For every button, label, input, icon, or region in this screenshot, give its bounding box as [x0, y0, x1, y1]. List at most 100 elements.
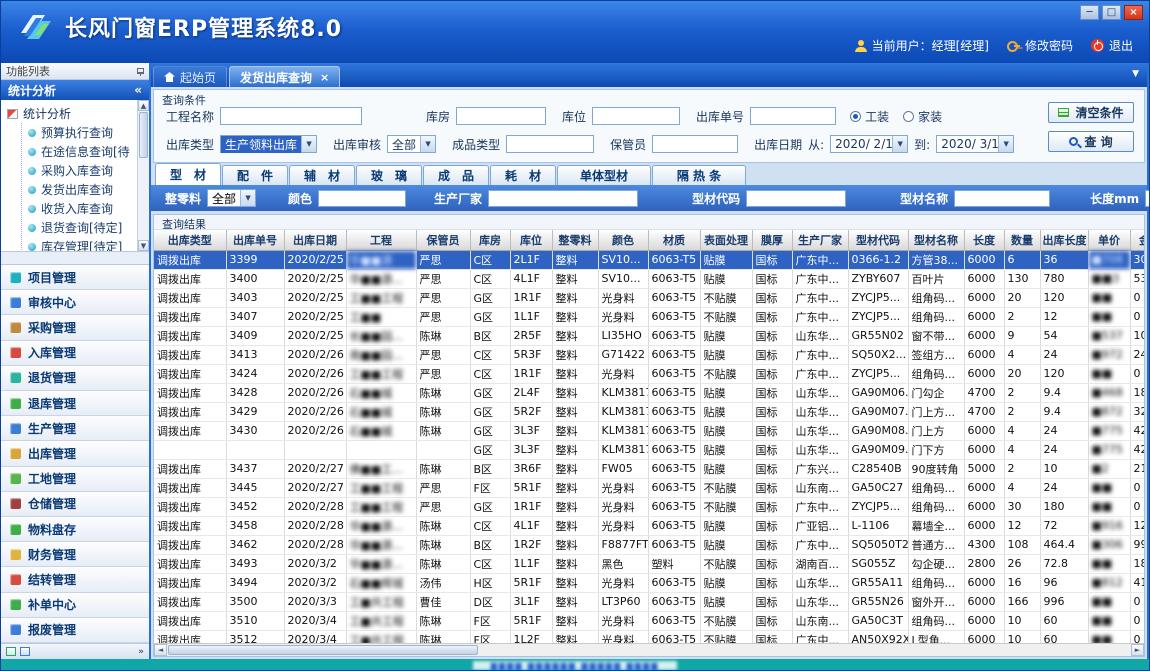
profile-name-input[interactable]	[954, 190, 1050, 207]
column-header[interactable]: 表面处理	[700, 230, 752, 250]
project-name-input[interactable]	[220, 107, 362, 125]
sidebar-item-项目管理[interactable]: 项目管理	[1, 265, 149, 290]
table-row[interactable]: 调拨出库34522020/2/28工■■工程严思G区1R1F整料光身料6063-…	[154, 497, 1144, 516]
chevron-down-icon[interactable]: ▼	[892, 136, 907, 152]
sidebar-splitter[interactable]	[1, 252, 149, 264]
radio-gongzhuang[interactable]: 工装	[850, 108, 889, 125]
column-header[interactable]: 出库长度	[1040, 230, 1088, 250]
table-row[interactable]: 调拨出库34282020/2/26石■■城陈琳G区2L4F整料KLM381760…	[154, 383, 1144, 402]
shortcut-grid-icon[interactable]	[6, 647, 16, 656]
table-row[interactable]: 调拨出库35102020/3/4工■共工程陈琳F区5R1F整料光身料6063-T…	[154, 611, 1144, 630]
column-header[interactable]: 颜色	[598, 230, 648, 250]
tab-overflow-icon[interactable]: ▼	[1132, 69, 1139, 79]
tree-item[interactable]: 库存管理[待定]	[22, 237, 135, 252]
maximize-button[interactable]: □	[1102, 5, 1121, 20]
sidebar-item-报废管理[interactable]: 报废管理	[1, 618, 149, 643]
table-row[interactable]: 调拨出库34302020/2/26石■■城陈琳G区3L3F整料KLM381760…	[154, 421, 1144, 440]
tab-shipment-outbound-query[interactable]: 发货出库查询 ×	[229, 66, 340, 87]
profile-code-input[interactable]	[746, 190, 846, 207]
table-row[interactable]: 调拨出库34132020/2/26南■■园...严思C区5R3F整料G71422…	[154, 345, 1144, 364]
table-row[interactable]: G区3L3F整料KLM38176063-T5贴膜国标山东华...GA90M09.…	[154, 440, 1144, 459]
pin-icon[interactable]	[137, 68, 144, 74]
material-tab[interactable]: 耗 材	[490, 165, 556, 185]
scroll-down-icon[interactable]: ▼	[138, 240, 149, 251]
table-row[interactable]: 调拨出库34072020/2/25工■■严思G区1L1F整料光身料6063-T5…	[154, 307, 1144, 326]
warehouse-input[interactable]	[456, 107, 546, 125]
tree-item[interactable]: 退货查询[待定]	[22, 218, 135, 237]
chevron-down-icon[interactable]: ▼	[420, 136, 435, 152]
whole-material-combo[interactable]: 全部 ▼	[207, 189, 256, 207]
table-row[interactable]: 调拨出库34622020/2/28华■■源...陈琳B区1R2F整料F8877F…	[154, 535, 1144, 554]
search-button[interactable]: 查 询	[1048, 131, 1134, 152]
chevron-down-icon[interactable]: ▼	[240, 190, 255, 206]
column-header[interactable]: 库房	[470, 230, 510, 250]
table-row[interactable]: 调拨出库34292020/2/26石■■城陈琳G区5R2F整料KLM381760…	[154, 402, 1144, 421]
table-row[interactable]: 调拨出库34002020/2/25华■■源...严思C区4L1F整料SV10..…	[154, 269, 1144, 288]
table-row[interactable]: 调拨出库35002020/3/3工■共工程曹佳D区3L1F整料LT3P60606…	[154, 592, 1144, 611]
date-to-picker[interactable]: 2020/ 3/16 ▼	[936, 135, 1014, 153]
sidebar-item-物料盘存[interactable]: 物料盘存	[1, 517, 149, 542]
sidebar-item-采购管理[interactable]: 采购管理	[1, 315, 149, 340]
tree-item[interactable]: 在途信息查询[待	[22, 142, 135, 161]
sidebar-item-仓储管理[interactable]: 仓储管理	[1, 492, 149, 517]
column-header[interactable]: 保管员	[416, 230, 470, 250]
column-header[interactable]: 工程	[346, 230, 416, 250]
scroll-right-icon[interactable]: ►	[1131, 644, 1144, 656]
column-header[interactable]: 出库日期	[284, 230, 346, 250]
material-tab[interactable]: 隔 热 条	[652, 165, 746, 185]
tree-item[interactable]: 收货入库查询	[22, 199, 135, 218]
material-tab[interactable]: 玻 璃	[356, 165, 422, 185]
date-from-picker[interactable]: 2020/ 2/16 ▼	[830, 135, 908, 153]
table-row[interactable]: 调拨出库35122020/3/4工■共工程陈琳F区1L2F整料光身料6063-T…	[154, 630, 1144, 643]
more-buttons-icon[interactable]: »	[138, 647, 144, 657]
table-row[interactable]: 调拨出库33992020/2/25华■■源严思C区2L1F整料SV10...60…	[154, 250, 1144, 269]
sidebar-item-生产管理[interactable]: 生产管理	[1, 416, 149, 441]
tree-root[interactable]: 统计分析	[7, 104, 135, 123]
table-row[interactable]: 调拨出库34092020/2/25长■■园...陈琳B区2R5F整料LI35HO…	[154, 326, 1144, 345]
sidebar-item-退库管理[interactable]: 退库管理	[1, 391, 149, 416]
table-row[interactable]: 调拨出库34372020/2/27佛■■工...陈琳B区3R6F整料FW0560…	[154, 459, 1144, 478]
length-min-input[interactable]	[1145, 190, 1150, 207]
computer-icon[interactable]	[20, 647, 30, 656]
column-header[interactable]: 出库类型	[154, 230, 226, 250]
tab-close-icon[interactable]: ×	[320, 71, 329, 84]
material-tab[interactable]: 型 材	[155, 163, 221, 185]
tree-item[interactable]: 预算执行查询	[22, 123, 135, 142]
column-header[interactable]: 生产厂家	[792, 230, 848, 250]
column-header[interactable]: 数量	[1004, 230, 1040, 250]
scroll-thumb[interactable]	[139, 112, 148, 158]
table-row[interactable]: 调拨出库34242020/2/26工■■工程严思C区1R1F整料光身料6063-…	[154, 364, 1144, 383]
column-header[interactable]: 材质	[648, 230, 700, 250]
table-row[interactable]: 调拨出库34032020/2/25工■■工程严思G区1R1F整料光身料6063-…	[154, 288, 1144, 307]
sidebar-item-退货管理[interactable]: 退货管理	[1, 366, 149, 391]
column-header[interactable]: 单价	[1088, 230, 1130, 250]
column-header[interactable]: 出库单号	[226, 230, 284, 250]
sidebar-item-审核中心[interactable]: 审核中心	[1, 290, 149, 315]
material-tab[interactable]: 配 件	[222, 165, 288, 185]
tab-home[interactable]: 起始页	[153, 66, 227, 87]
column-header[interactable]: 膜厚	[752, 230, 792, 250]
sidebar-item-入库管理[interactable]: 入库管理	[1, 341, 149, 366]
collapse-icon[interactable]: «	[134, 83, 142, 97]
horizontal-scrollbar[interactable]: ◄ ►	[154, 643, 1144, 656]
material-tab[interactable]: 辅 材	[289, 165, 355, 185]
tree-item[interactable]: 发货出库查询	[22, 180, 135, 199]
keeper-input[interactable]	[652, 135, 738, 153]
scroll-left-icon[interactable]: ◄	[154, 644, 167, 656]
product-type-input[interactable]	[506, 135, 594, 153]
change-password-button[interactable]: 修改密码	[1007, 37, 1073, 54]
column-header[interactable]: 库位	[510, 230, 552, 250]
clear-conditions-button[interactable]: 清空条件	[1048, 102, 1134, 123]
radio-jiazhuang[interactable]: 家装	[903, 108, 942, 125]
sidebar-item-结转管理[interactable]: 结转管理	[1, 567, 149, 592]
tree-scrollbar[interactable]: ▲ ▼	[137, 100, 149, 251]
manufacturer-input[interactable]	[488, 190, 638, 207]
column-header[interactable]: 型材代码	[848, 230, 908, 250]
tree-item[interactable]: 采购入库查询	[22, 161, 135, 180]
minimize-button[interactable]: ─	[1080, 5, 1099, 20]
audit-combo[interactable]: 全部 ▼	[387, 135, 436, 153]
material-tab[interactable]: 成 品	[423, 165, 489, 185]
column-header[interactable]: 整零料	[552, 230, 598, 250]
scroll-up-icon[interactable]: ▲	[138, 100, 149, 111]
chevron-down-icon[interactable]: ▼	[998, 136, 1013, 152]
